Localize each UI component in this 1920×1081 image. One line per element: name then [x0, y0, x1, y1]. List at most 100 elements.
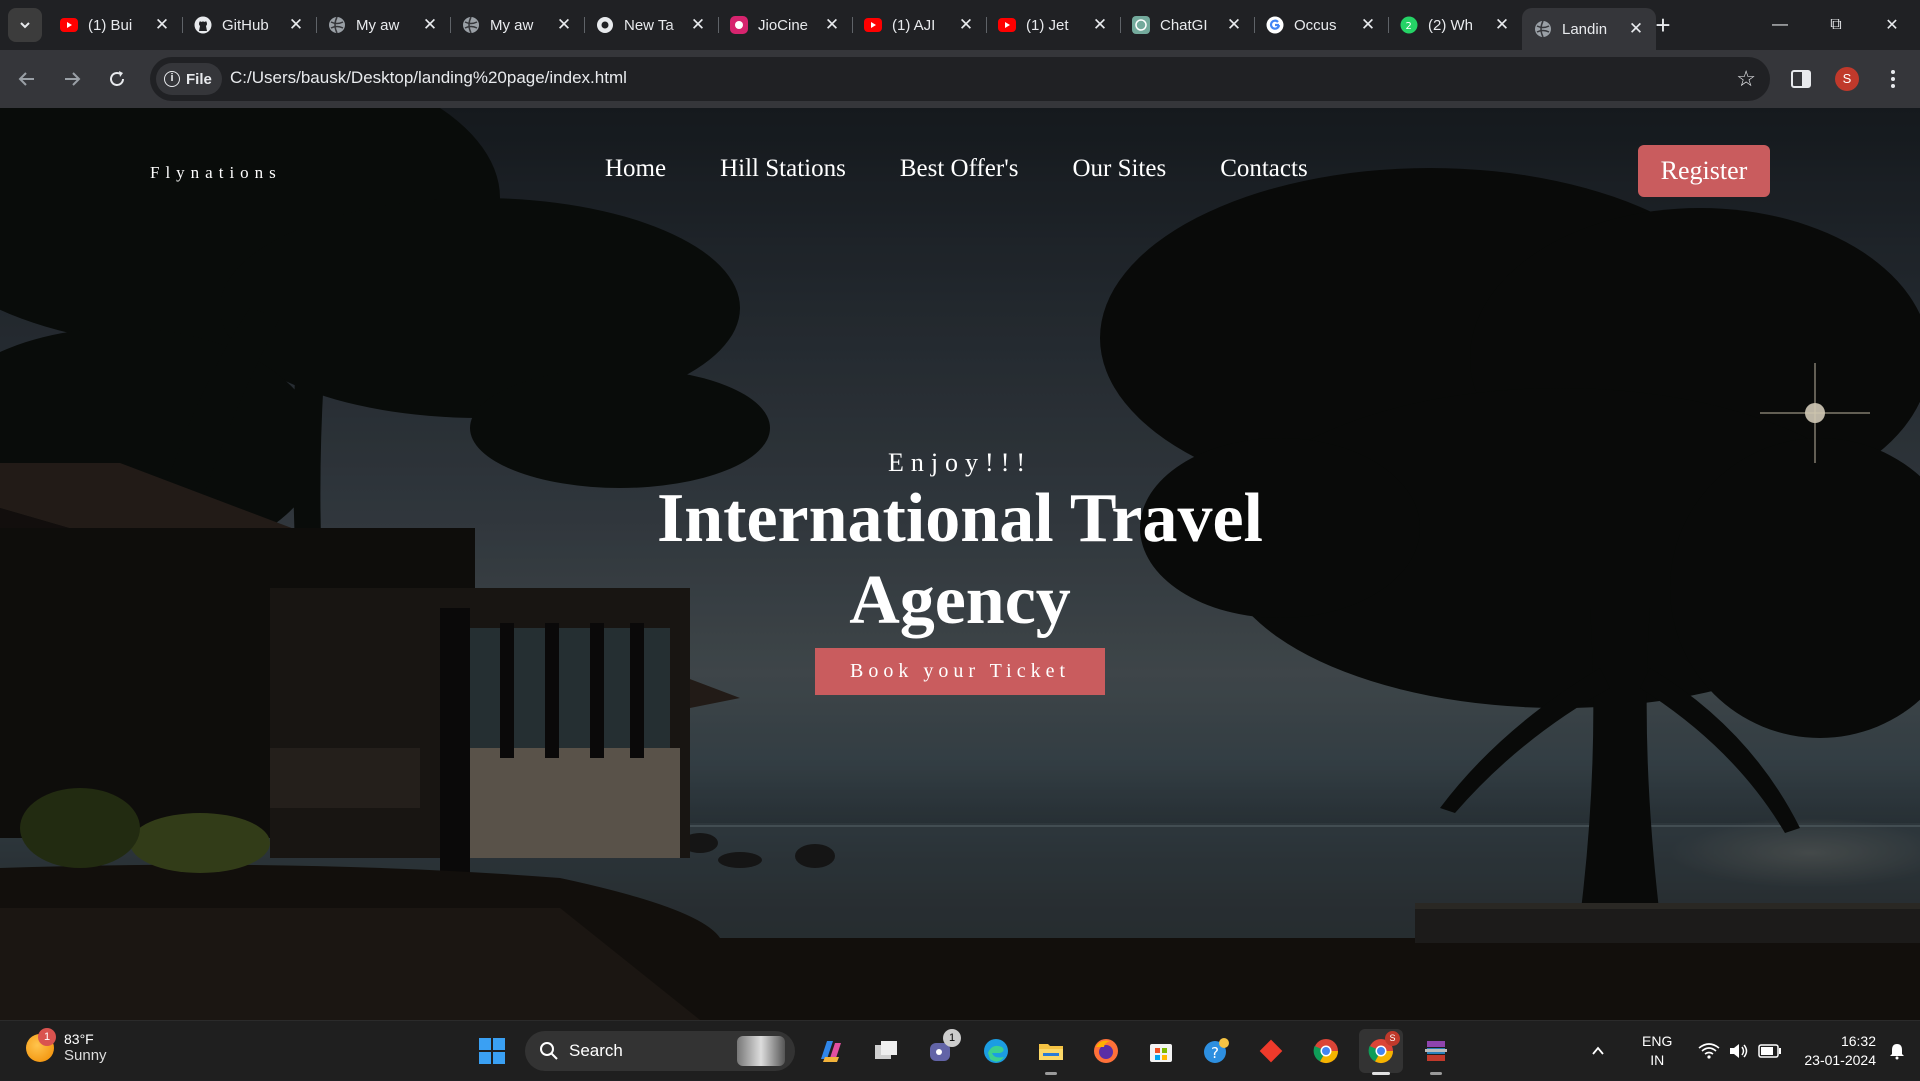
- side-panel-button[interactable]: [1786, 64, 1816, 94]
- start-button[interactable]: [470, 1029, 514, 1073]
- restore-button[interactable]: ⧉: [1808, 0, 1864, 50]
- close-tab-icon[interactable]: ✕: [422, 15, 438, 35]
- nav-link-hill-stations[interactable]: Hill Stations: [720, 155, 846, 183]
- minimize-button[interactable]: —: [1752, 0, 1808, 50]
- url-text[interactable]: C:/Users/bausk/Desktop/landing%20page/in…: [230, 68, 627, 88]
- taskbar-search[interactable]: Search: [525, 1031, 795, 1071]
- tab-search-button[interactable]: [8, 8, 42, 42]
- site-info-chip[interactable]: i File: [156, 63, 222, 95]
- book-ticket-button[interactable]: Book your Ticket: [815, 648, 1105, 695]
- browser-tab[interactable]: (1) AJI ✕: [852, 8, 986, 42]
- search-highlight-icon: [737, 1036, 785, 1066]
- close-tab-icon[interactable]: ✕: [1360, 15, 1376, 35]
- close-tab-icon[interactable]: ✕: [824, 15, 840, 35]
- nav-link-home[interactable]: Home: [605, 155, 666, 183]
- language-indicator[interactable]: ENG IN: [1642, 1032, 1672, 1070]
- tab-title: JioCine: [758, 16, 809, 34]
- sun-icon: 1: [26, 1027, 56, 1062]
- nav-link-best-offers[interactable]: Best Offer's: [900, 155, 1019, 183]
- avatar: S: [1835, 67, 1859, 91]
- clock[interactable]: 16:32 23-01-2024: [1804, 1032, 1876, 1070]
- browser-menu-button[interactable]: [1878, 64, 1908, 94]
- task-view-app[interactable]: [864, 1029, 908, 1073]
- close-tab-icon[interactable]: ✕: [556, 15, 572, 35]
- close-tab-icon[interactable]: ✕: [288, 15, 304, 35]
- globe-icon: [328, 16, 346, 34]
- language-code: ENG: [1642, 1033, 1673, 1049]
- google-icon: [1266, 16, 1284, 34]
- weather-condition: Sunny: [64, 1047, 107, 1064]
- browser-tab[interactable]: My aw ✕: [450, 8, 584, 42]
- close-tab-icon[interactable]: ✕: [1628, 19, 1644, 39]
- browser-tab[interactable]: My aw ✕: [316, 8, 450, 42]
- close-tab-icon[interactable]: ✕: [1226, 15, 1242, 35]
- chatgpt-icon: [1132, 16, 1150, 34]
- browser-tab[interactable]: Occus ✕: [1254, 8, 1388, 42]
- tab-title: Landin: [1562, 20, 1608, 38]
- nav-link-contacts[interactable]: Contacts: [1220, 155, 1308, 183]
- reload-button[interactable]: [102, 64, 132, 94]
- browser-tab[interactable]: GitHub ✕: [182, 8, 316, 42]
- winrar-app[interactable]: [1414, 1029, 1458, 1075]
- volume-icon[interactable]: [1728, 1042, 1750, 1060]
- region-code: IN: [1650, 1052, 1665, 1068]
- browser-tab[interactable]: (1) Jet ✕: [986, 8, 1120, 42]
- store-app[interactable]: [1139, 1029, 1183, 1073]
- browser-tab[interactable]: Landin ✕: [1522, 8, 1656, 50]
- teams-app[interactable]: 1: [919, 1029, 963, 1073]
- weather-widget[interactable]: 1 83°F Sunny: [26, 1027, 107, 1064]
- close-tab-icon[interactable]: ✕: [958, 15, 974, 35]
- taskbar-apps: Search 1 ? S: [470, 1029, 1469, 1075]
- get-help-app[interactable]: ?: [1194, 1029, 1238, 1073]
- bookmark-star-icon[interactable]: ☆: [1736, 66, 1756, 92]
- file-explorer-app[interactable]: [1029, 1029, 1073, 1075]
- diamond-app-icon: [1259, 1039, 1283, 1063]
- chrome-profile-app[interactable]: S: [1359, 1029, 1403, 1075]
- windows-taskbar: 1 83°F Sunny Search 1 ? S ENG IN 16:32 2…: [0, 1020, 1920, 1080]
- globe-icon: [462, 16, 480, 34]
- firefox-icon: [1094, 1039, 1118, 1063]
- new-tab-button[interactable]: +: [1648, 10, 1678, 40]
- close-tab-icon[interactable]: ✕: [154, 15, 170, 35]
- weather-temp: 83°F: [64, 1031, 94, 1047]
- info-icon: i: [164, 71, 180, 87]
- reload-icon: [110, 71, 124, 86]
- copilot-icon: [821, 1041, 841, 1062]
- address-bar[interactable]: i File C:/Users/bausk/Desktop/landing%20…: [150, 57, 1770, 101]
- profile-button[interactable]: S: [1832, 64, 1862, 94]
- battery-icon[interactable]: [1758, 1044, 1782, 1058]
- chrome-profile-badge: S: [1385, 1031, 1400, 1046]
- side-panel-icon: [1791, 70, 1811, 88]
- chrome-app[interactable]: [1304, 1029, 1348, 1073]
- anydesk-app[interactable]: [1249, 1029, 1293, 1073]
- brand-logo[interactable]: Flynations: [150, 163, 282, 183]
- landing-page: Flynations Home Hill Stations Best Offer…: [0, 108, 1920, 1020]
- tab-title: (1) Jet: [1026, 16, 1069, 34]
- teams-badge: 1: [943, 1029, 961, 1047]
- nav-link-our-sites[interactable]: Our Sites: [1072, 155, 1166, 183]
- firefox-app[interactable]: [1084, 1029, 1128, 1073]
- notification-bell-icon[interactable]: [1888, 1042, 1906, 1060]
- browser-tab[interactable]: ChatGI ✕: [1120, 8, 1254, 42]
- close-tab-icon[interactable]: ✕: [1494, 15, 1510, 35]
- browser-tab[interactable]: 2 (2) Wh ✕: [1388, 8, 1522, 42]
- close-tab-icon[interactable]: ✕: [1092, 15, 1108, 35]
- back-button[interactable]: [12, 64, 42, 94]
- copilot-app[interactable]: [809, 1029, 853, 1073]
- svg-text:2: 2: [1406, 21, 1412, 32]
- chevron-down-icon: [20, 22, 30, 29]
- chevron-up-icon[interactable]: [1590, 1043, 1606, 1059]
- wifi-icon[interactable]: [1698, 1042, 1720, 1060]
- github-icon: [194, 16, 212, 34]
- close-tab-icon[interactable]: ✕: [690, 15, 706, 35]
- browser-tab[interactable]: (1) Bui ✕: [48, 8, 182, 42]
- browser-tab[interactable]: New Ta ✕: [584, 8, 718, 42]
- register-button[interactable]: Register: [1638, 145, 1770, 197]
- chrome-icon: [1313, 1039, 1338, 1064]
- browser-tab[interactable]: JioCine ✕: [718, 8, 852, 42]
- forward-button[interactable]: [57, 64, 87, 94]
- edge-app[interactable]: [974, 1029, 1018, 1073]
- tab-title: GitHub: [222, 16, 269, 34]
- taskbar-search-label: Search: [569, 1041, 623, 1060]
- close-window-button[interactable]: ✕: [1864, 0, 1920, 50]
